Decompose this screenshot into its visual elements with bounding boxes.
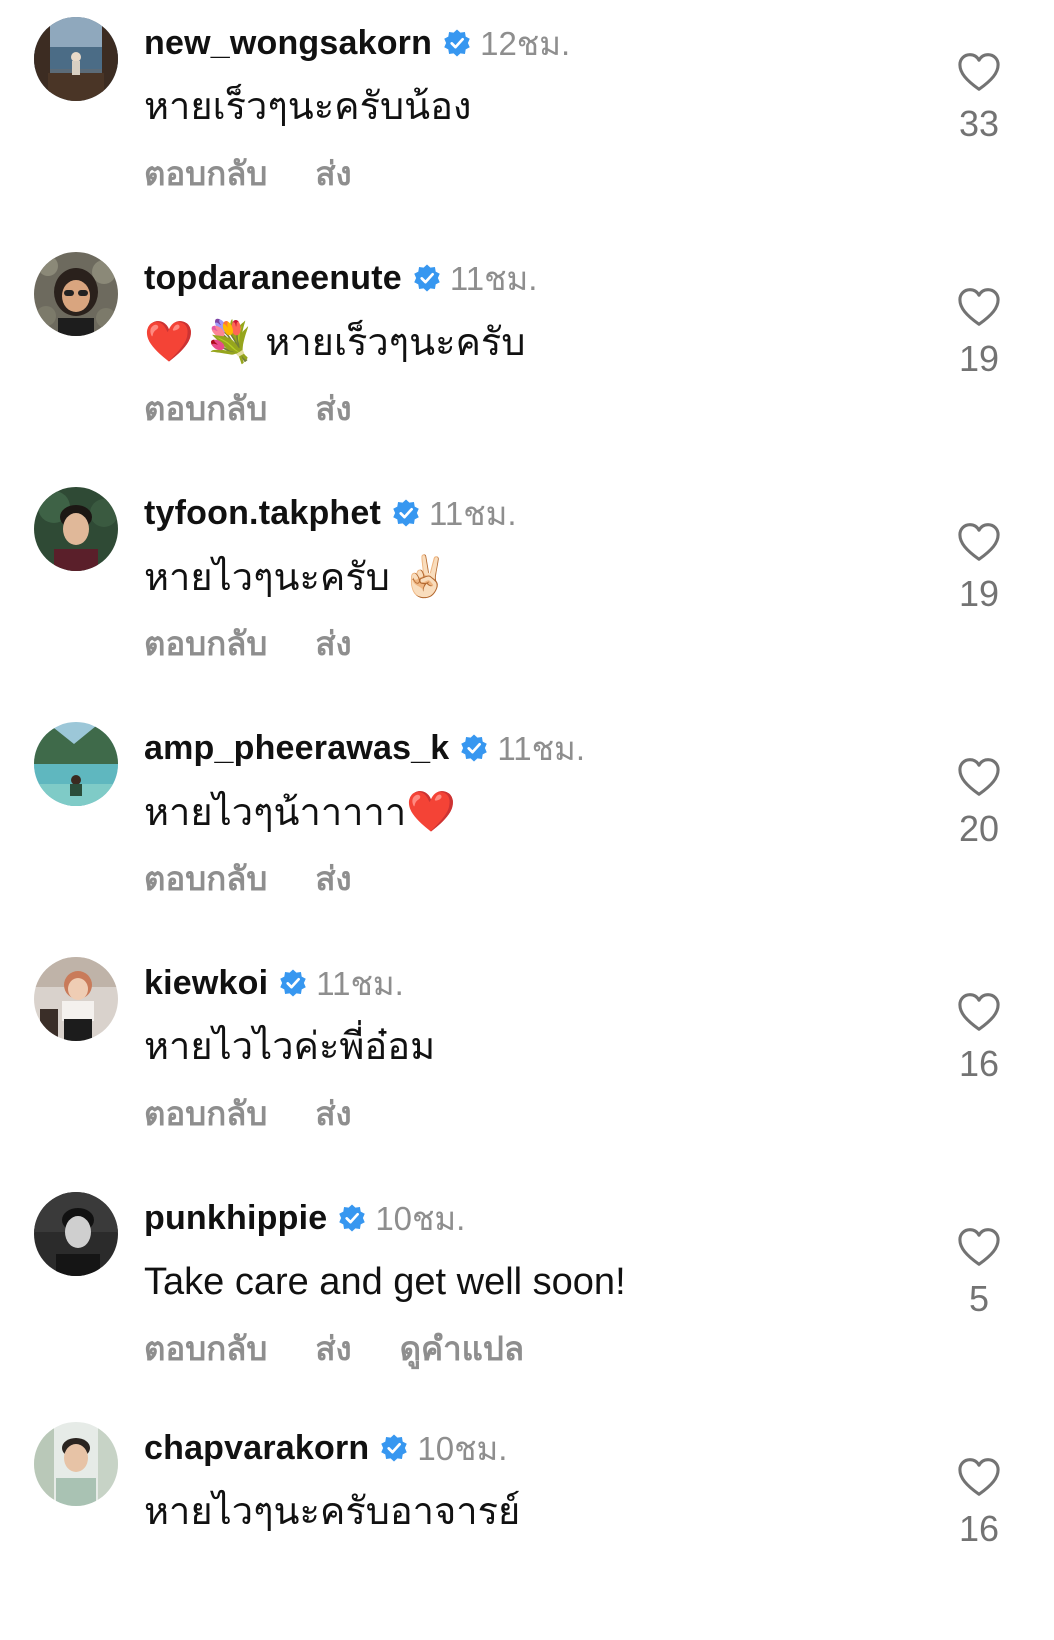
verified-badge-icon	[412, 263, 442, 293]
comment-item: punkhippie 10ชม. Take care and get well …	[0, 1175, 1054, 1410]
send-button[interactable]: ส่ง	[315, 382, 351, 435]
username-link[interactable]: tyfoon.takphet	[144, 494, 381, 533]
like-count: 16	[958, 1508, 1000, 1549]
comment-header: amp_pheerawas_k 11ชม.	[144, 725, 585, 771]
send-button[interactable]: ส่ง	[315, 617, 351, 670]
comment-item: amp_pheerawas_k 11ชม. หายไวๆน้าาาาา❤️ ตอ…	[0, 705, 1054, 940]
send-button[interactable]: ส่ง	[315, 1322, 351, 1375]
reply-button[interactable]: ตอบกลับ	[144, 382, 267, 435]
comment-timestamp: 11ชม.	[429, 494, 517, 532]
comment-header: new_wongsakorn 12ชม.	[144, 20, 570, 66]
comment-timestamp: 11ชม.	[316, 964, 404, 1002]
comment-header: tyfoon.takphet 11ชม.	[144, 490, 517, 536]
comment-item: tyfoon.takphet 11ชม. หายไวๆนะครับ ✌🏻 ตอบ…	[0, 470, 1054, 705]
comment-actions: ตอบกลับ ส่ง	[144, 385, 352, 431]
verified-badge-icon	[337, 1203, 367, 1233]
avatar[interactable]	[34, 722, 118, 806]
send-button[interactable]: ส่ง	[315, 852, 351, 905]
heart-outline-icon[interactable]	[957, 522, 1001, 562]
comment-actions: ตอบกลับ ส่ง	[144, 855, 352, 901]
verified-badge-icon	[459, 733, 489, 763]
comment-body: หายไวไวค่ะพี่อ๋อม	[144, 1026, 436, 1068]
heart-outline-icon[interactable]	[957, 287, 1001, 327]
comment-body: Take care and get well soon!	[144, 1261, 626, 1303]
verified-badge-icon	[278, 968, 308, 998]
heart-outline-icon[interactable]	[957, 52, 1001, 92]
comment-text: หายไวๆนะครับอาจารย์	[144, 1487, 520, 1537]
like-button[interactable]: 33	[948, 52, 1010, 146]
username-link[interactable]: kiewkoi	[144, 964, 268, 1003]
comment-text: ❤️ 💐 หายเร็วๆนะครับ	[144, 317, 525, 368]
heart-outline-icon[interactable]	[957, 992, 1001, 1032]
like-button[interactable]: 20	[948, 757, 1010, 851]
comment-item: kiewkoi 11ชม. หายไวไวค่ะพี่อ๋อม ตอบกลับ …	[0, 940, 1054, 1175]
verified-badge-icon	[379, 1433, 409, 1463]
avatar[interactable]	[34, 487, 118, 571]
comment-timestamp: 11ชม.	[497, 729, 585, 767]
reply-button[interactable]: ตอบกลับ	[144, 1087, 267, 1140]
comment-text: หายไวๆนะครับ ✌🏻	[144, 552, 450, 603]
comment-header: kiewkoi 11ชม.	[144, 960, 404, 1006]
avatar[interactable]	[34, 17, 118, 101]
comment-body: หายไวๆน้าาาาา	[144, 792, 407, 834]
reply-button[interactable]: ตอบกลับ	[144, 617, 267, 670]
comment-text: Take care and get well soon!	[144, 1257, 626, 1307]
like-button[interactable]: 5	[948, 1227, 1010, 1321]
emoji: ❤️	[406, 790, 456, 834]
heart-outline-icon[interactable]	[957, 757, 1001, 797]
reply-button[interactable]: ตอบกลับ	[144, 1322, 267, 1375]
like-count: 20	[958, 808, 1000, 849]
like-button[interactable]: 19	[948, 287, 1010, 381]
comment-body: หายไวๆนะครับอาจารย์	[144, 1491, 521, 1533]
comment-actions: ตอบกลับ ส่ง	[144, 150, 352, 196]
avatar[interactable]	[34, 957, 118, 1041]
comment-timestamp: 10ชม.	[375, 1199, 466, 1237]
comment-header: topdaraneenute 11ชม.	[144, 255, 537, 301]
comment-header: chapvarakorn 10ชม.	[144, 1425, 507, 1471]
like-count: 5	[968, 1278, 990, 1319]
see-translation-button[interactable]: ดูคำแปล	[400, 1322, 524, 1375]
comment-actions: ตอบกลับ ส่ง	[144, 620, 352, 666]
reply-button[interactable]: ตอบกลับ	[144, 852, 267, 905]
username-link[interactable]: new_wongsakorn	[144, 24, 432, 63]
avatar[interactable]	[34, 252, 118, 336]
verified-badge-icon	[391, 498, 421, 528]
comment-timestamp: 12ชม.	[480, 24, 571, 62]
heart-outline-icon[interactable]	[957, 1227, 1001, 1267]
emoji: ❤️ 💐	[144, 320, 255, 364]
like-count: 19	[958, 338, 1000, 379]
comment-body: หายเร็วๆนะครับน้อง	[144, 86, 472, 128]
comment-text: หายไวไวค่ะพี่อ๋อม	[144, 1022, 435, 1072]
verified-badge-icon	[442, 28, 472, 58]
comment-body: หายไวๆนะครับ	[144, 557, 390, 599]
comment-item: chapvarakorn 10ชม. หายไวๆนะครับอาจารย์ 1…	[0, 1405, 1054, 1640]
like-count: 16	[958, 1043, 1000, 1084]
emoji: ✌🏻	[400, 555, 451, 599]
like-button[interactable]: 16	[948, 1457, 1010, 1551]
like-count: 33	[958, 103, 1000, 144]
comment-body: หายเร็วๆนะครับ	[265, 322, 526, 364]
comment-text: หายเร็วๆนะครับน้อง	[144, 82, 472, 132]
comment-header: punkhippie 10ชม.	[144, 1195, 465, 1241]
send-button[interactable]: ส่ง	[315, 1087, 351, 1140]
send-button[interactable]: ส่ง	[315, 147, 351, 200]
like-button[interactable]: 19	[948, 522, 1010, 616]
reply-button[interactable]: ตอบกลับ	[144, 147, 267, 200]
heart-outline-icon[interactable]	[957, 1457, 1001, 1497]
username-link[interactable]: amp_pheerawas_k	[144, 729, 449, 768]
username-link[interactable]: topdaraneenute	[144, 259, 402, 298]
comment-item: new_wongsakorn 12ชม. หายเร็วๆนะครับน้อง …	[0, 0, 1054, 235]
like-button[interactable]: 16	[948, 992, 1010, 1086]
like-count: 19	[958, 573, 1000, 614]
username-link[interactable]: chapvarakorn	[144, 1429, 369, 1468]
avatar[interactable]	[34, 1192, 118, 1276]
comment-item: topdaraneenute 11ชม. ❤️ 💐 หายเร็วๆนะครับ…	[0, 235, 1054, 470]
username-link[interactable]: punkhippie	[144, 1199, 327, 1238]
comment-timestamp: 11ชม.	[449, 259, 538, 297]
comment-actions: ตอบกลับ ส่ง	[144, 1090, 352, 1136]
comment-text: หายไวๆน้าาาาา❤️	[144, 787, 456, 838]
comment-timestamp: 10ชม.	[417, 1429, 508, 1467]
comment-actions: ตอบกลับ ส่ง ดูคำแปล	[144, 1325, 524, 1371]
avatar[interactable]	[34, 1422, 118, 1506]
